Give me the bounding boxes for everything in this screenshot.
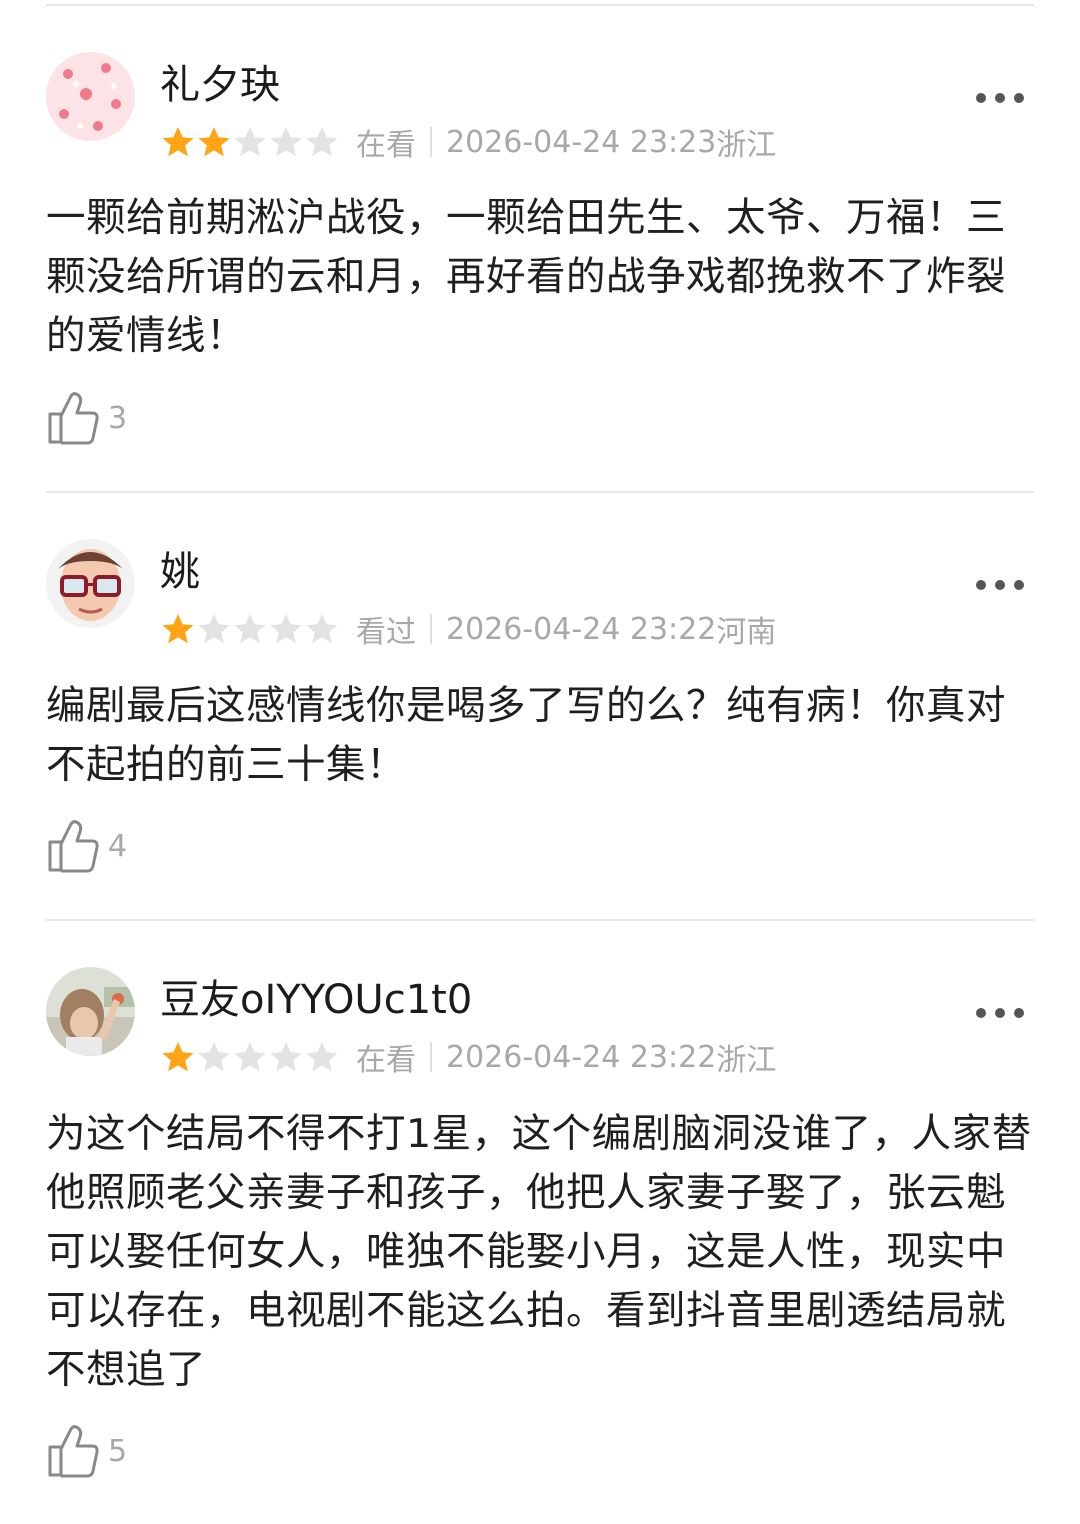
divider-top xyxy=(46,4,1034,6)
review-meta: 在看 2026-04-24 23:23 浙江 xyxy=(160,122,777,163)
rating-stars xyxy=(160,612,340,646)
thumbs-up-icon xyxy=(48,820,99,873)
watch-status: 看过 xyxy=(356,615,416,650)
rating-stars xyxy=(160,1040,340,1074)
user-name[interactable]: 姚 xyxy=(160,548,200,596)
meta-separator xyxy=(430,1042,432,1072)
avatar[interactable] xyxy=(46,967,135,1056)
cartoon-man-glasses-avatar-icon xyxy=(46,539,135,628)
thumbs-up-icon xyxy=(48,392,99,445)
star-empty-icon xyxy=(306,614,338,644)
star-empty-icon xyxy=(270,614,302,644)
star-filled-icon xyxy=(198,127,230,157)
star-filled-icon xyxy=(162,1042,194,1072)
meta-separator xyxy=(430,614,432,644)
star-empty-icon xyxy=(306,1042,338,1072)
watch-status: 在看 xyxy=(356,1043,416,1078)
strawberry-pattern-avatar-icon xyxy=(46,52,135,141)
avatar[interactable] xyxy=(46,539,135,628)
user-name[interactable]: 豆友oIYYOUc1t0 xyxy=(160,976,472,1024)
like-button[interactable]: 4 xyxy=(46,818,127,874)
divider xyxy=(46,919,1034,921)
star-empty-icon xyxy=(270,127,302,157)
avatar[interactable] xyxy=(46,52,135,141)
like-count: 5 xyxy=(108,1433,128,1469)
review-meta: 在看 2026-04-24 23:22 浙江 xyxy=(160,1037,777,1078)
star-empty-icon xyxy=(234,127,266,157)
star-empty-icon xyxy=(234,1042,266,1072)
like-count: 4 xyxy=(108,828,128,864)
review-text: 编剧最后这感情线你是喝多了写的么？纯有病！你真对不起拍的前三十集！ xyxy=(46,683,1006,788)
review-location: 浙江 xyxy=(716,1043,777,1078)
review-text: 为这个结局不得不打1星，这个编剧脑洞没谁了，人家替他照顾老父亲妻子和孩子，他把人… xyxy=(46,1111,1032,1393)
star-empty-icon xyxy=(306,127,338,157)
meta-separator xyxy=(430,127,432,157)
review-location: 河南 xyxy=(716,615,777,650)
thumbs-up-icon xyxy=(48,1425,99,1478)
star-empty-icon xyxy=(198,1042,230,1072)
more-options-icon[interactable] xyxy=(976,90,1024,106)
divider xyxy=(46,491,1034,493)
review-time: 2026-04-24 23:23 xyxy=(446,124,717,160)
more-options-icon[interactable] xyxy=(976,1005,1024,1021)
rating-stars xyxy=(160,125,340,159)
star-empty-icon xyxy=(270,1042,302,1072)
review-time: 2026-04-24 23:22 xyxy=(446,611,717,647)
star-filled-icon xyxy=(162,127,194,157)
like-button[interactable]: 5 xyxy=(46,1423,127,1479)
user-name[interactable]: 礼夕玦 xyxy=(160,61,280,109)
more-options-icon[interactable] xyxy=(976,577,1024,593)
star-empty-icon xyxy=(198,614,230,644)
star-filled-icon xyxy=(162,614,194,644)
watch-status: 在看 xyxy=(356,128,416,163)
child-photo-avatar-icon xyxy=(46,967,135,1056)
review-text: 一颗给前期淞沪战役，一颗给田先生、太爷、万福！三颗没给所谓的云和月，再好看的战争… xyxy=(46,195,1006,359)
like-count: 3 xyxy=(108,400,128,436)
review-meta: 看过 2026-04-24 23:22 河南 xyxy=(160,609,777,650)
review-time: 2026-04-24 23:22 xyxy=(446,1039,717,1075)
like-button[interactable]: 3 xyxy=(46,390,127,446)
star-empty-icon xyxy=(234,614,266,644)
review-location: 浙江 xyxy=(716,128,777,163)
